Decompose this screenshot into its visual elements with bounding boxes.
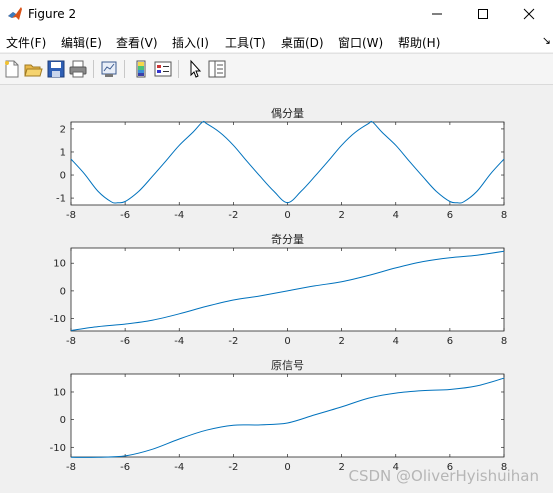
x-tick-label: -6 xyxy=(120,462,130,473)
subplot-title: 原信号 xyxy=(271,359,304,372)
y-tick-label: 2 xyxy=(60,124,66,135)
x-tick-label: 4 xyxy=(393,336,399,347)
axes-box xyxy=(70,247,505,332)
x-tick-label: -8 xyxy=(66,462,76,473)
y-tick-label: -10 xyxy=(50,314,66,325)
x-tick-label: 8 xyxy=(501,210,507,221)
x-tick-label: -6 xyxy=(120,336,130,347)
x-tick-label: 0 xyxy=(284,336,290,347)
x-tick-label: 8 xyxy=(501,336,507,347)
x-tick-label: -4 xyxy=(174,462,184,473)
x-tick-label: -2 xyxy=(228,462,238,473)
axes-box xyxy=(70,373,505,458)
y-tick-label: 0 xyxy=(60,171,66,182)
x-tick-label: -6 xyxy=(120,210,130,221)
x-tick-label: -4 xyxy=(174,336,184,347)
x-tick-label: 6 xyxy=(447,210,453,221)
y-tick-label: 0 xyxy=(60,415,66,426)
watermark: CSDN @OliverHyishuihan xyxy=(348,467,539,485)
x-tick-label: 2 xyxy=(338,462,344,473)
y-tick-label: -10 xyxy=(50,443,66,454)
y-tick-label: 0 xyxy=(60,286,66,297)
x-tick-label: -4 xyxy=(174,210,184,221)
subplot-title: 偶分量 xyxy=(271,107,304,120)
x-tick-label: -2 xyxy=(228,336,238,347)
x-tick-label: 6 xyxy=(447,336,453,347)
x-tick-label: 0 xyxy=(284,210,290,221)
x-tick-label: -8 xyxy=(66,336,76,347)
x-tick-label: -8 xyxy=(66,210,76,221)
y-tick-label: 10 xyxy=(53,259,66,270)
x-tick-label: 2 xyxy=(338,210,344,221)
x-tick-label: -2 xyxy=(228,210,238,221)
x-tick-label: 4 xyxy=(393,210,399,221)
y-tick-label: 1 xyxy=(60,147,66,158)
y-tick-label: 10 xyxy=(53,387,66,398)
x-tick-label: 0 xyxy=(284,462,290,473)
subplot-title: 奇分量 xyxy=(271,233,304,246)
figure-canvas: -8 -6 -4 -2 0 2 4 6 8210-1偶分量-8 -6 -4 -2 0 2 4 6 8100-10… xyxy=(50,107,508,473)
x-tick-label: 2 xyxy=(338,336,344,347)
y-tick-label: -1 xyxy=(56,194,66,205)
axes-box xyxy=(70,121,505,206)
